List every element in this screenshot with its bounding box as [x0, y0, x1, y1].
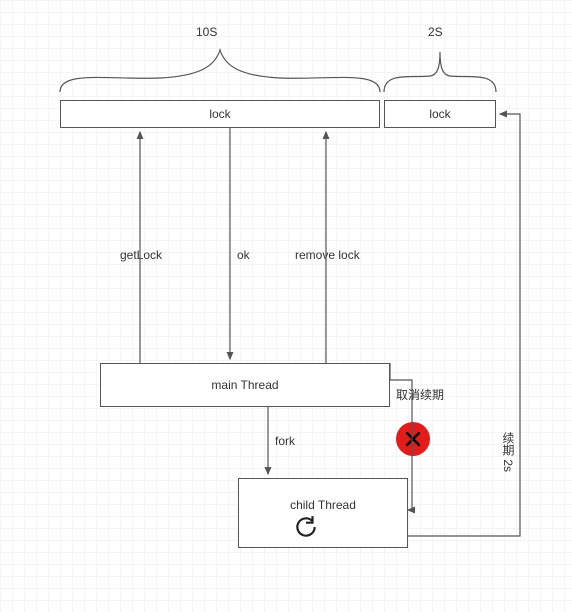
lock-bar-main: lock [60, 100, 380, 128]
cancel-icon [396, 422, 430, 456]
time-label-10s: 10S [196, 25, 217, 39]
time-label-2s: 2S [428, 25, 443, 39]
lock-bar-right: lock [384, 100, 496, 128]
arrow-label-ok: ok [237, 248, 250, 262]
refresh-icon [293, 514, 319, 540]
annotation-cancel-renewal: 取消续期 [396, 386, 444, 403]
arrow-label-fork: fork [275, 434, 295, 448]
child-thread-box: child Thread [238, 478, 408, 548]
main-thread-box: main Thread [100, 363, 390, 407]
child-thread-label: child Thread [290, 498, 356, 512]
lock-bar-main-label: lock [209, 107, 230, 121]
lock-bar-right-label: lock [429, 107, 450, 121]
main-thread-label: main Thread [211, 378, 278, 392]
annotation-renew-2s: 续期 2s [500, 432, 517, 472]
arrow-label-getlock: getLock [120, 248, 162, 262]
arrow-label-removelock: remove lock [295, 248, 360, 262]
